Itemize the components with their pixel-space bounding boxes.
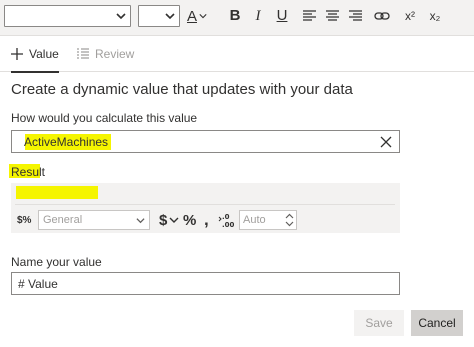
underline-button[interactable]: U bbox=[274, 4, 290, 28]
superscript-button[interactable]: x² bbox=[402, 4, 418, 28]
number-type-select[interactable]: General bbox=[38, 210, 150, 230]
bold-icon: B bbox=[229, 7, 241, 24]
chevron-down-icon bbox=[165, 13, 175, 20]
subscript-button[interactable]: x₂ bbox=[427, 4, 443, 28]
align-right-button[interactable] bbox=[347, 4, 363, 28]
italic-icon: I bbox=[255, 8, 261, 24]
result-value bbox=[15, 183, 395, 205]
align-center-button[interactable] bbox=[324, 4, 340, 28]
tab-review-label: Review bbox=[95, 47, 135, 61]
spinner-arrows-icon[interactable] bbox=[285, 213, 294, 227]
decimal-places-icon: .0 .00 bbox=[218, 213, 234, 228]
tab-value[interactable]: Value bbox=[11, 36, 59, 73]
page-title: Create a dynamic value that updates with… bbox=[11, 81, 353, 98]
name-field[interactable] bbox=[11, 272, 400, 295]
calc-label: How would you calculate this value bbox=[11, 111, 198, 125]
link-button[interactable] bbox=[372, 4, 392, 28]
align-left-icon bbox=[302, 10, 316, 21]
font-family-select[interactable] bbox=[4, 5, 131, 27]
decimal-places-button[interactable]: .0 .00 bbox=[218, 209, 234, 231]
link-icon bbox=[374, 12, 390, 20]
chevron-down-icon bbox=[169, 217, 179, 223]
tab-review[interactable]: Review bbox=[77, 36, 134, 72]
underline-icon: U bbox=[276, 7, 288, 24]
align-center-icon bbox=[325, 10, 339, 21]
chevron-down-icon bbox=[116, 13, 126, 20]
result-label: Result bbox=[11, 165, 46, 179]
comma-style-button[interactable]: , bbox=[204, 209, 209, 231]
number-format-icon: $% bbox=[17, 214, 32, 226]
close-icon[interactable] bbox=[380, 136, 392, 148]
formatting-toolbar: A B I U x² x₂ bbox=[0, 0, 474, 36]
bold-button[interactable]: B bbox=[226, 4, 244, 28]
name-input[interactable] bbox=[18, 276, 388, 292]
calculation-field[interactable] bbox=[11, 130, 400, 153]
percent-button[interactable]: % bbox=[183, 209, 196, 231]
number-format-button[interactable]: $% bbox=[17, 209, 31, 231]
currency-icon: $ bbox=[159, 211, 168, 229]
subscript-icon: x₂ bbox=[429, 9, 441, 23]
list-icon bbox=[77, 48, 89, 60]
plus-icon bbox=[11, 48, 23, 60]
decimal-places-spinner[interactable] bbox=[239, 210, 297, 230]
currency-button[interactable]: $ bbox=[159, 209, 179, 231]
font-color-icon: A bbox=[186, 7, 197, 25]
name-label: Name your value bbox=[11, 255, 102, 269]
font-color-button[interactable]: A bbox=[184, 4, 210, 28]
chevron-down-icon bbox=[136, 218, 145, 224]
tab-bar: Value Review bbox=[0, 36, 474, 73]
percent-icon: % bbox=[183, 211, 197, 229]
number-format-row: $% General $ % , .0 .00 bbox=[11, 207, 400, 233]
align-right-icon bbox=[348, 10, 362, 21]
align-left-button[interactable] bbox=[301, 4, 317, 28]
tab-value-label: Value bbox=[29, 47, 59, 61]
comma-icon: , bbox=[204, 210, 209, 229]
svg-text:.0: .0 bbox=[222, 213, 230, 221]
cancel-button[interactable]: Cancel bbox=[411, 310, 463, 336]
decimal-places-input[interactable] bbox=[243, 213, 283, 227]
font-size-select[interactable] bbox=[138, 5, 180, 27]
number-type-value: General bbox=[43, 214, 83, 226]
italic-button[interactable]: I bbox=[250, 4, 266, 28]
svg-text:.00: .00 bbox=[222, 221, 234, 228]
result-highlight bbox=[16, 186, 98, 199]
superscript-icon: x² bbox=[405, 9, 415, 23]
calculation-input[interactable] bbox=[24, 133, 364, 150]
result-panel: $% General $ % , .0 .00 bbox=[11, 183, 400, 233]
chevron-down-icon bbox=[199, 14, 207, 19]
save-button[interactable]: Save bbox=[354, 310, 404, 336]
